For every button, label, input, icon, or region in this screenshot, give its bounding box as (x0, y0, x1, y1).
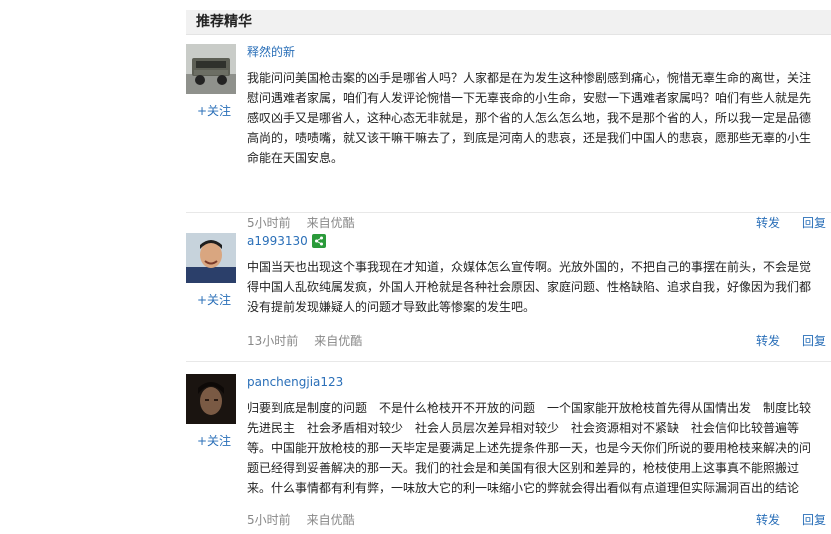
comment-body: a1993130 中国当天也出现这个事我现在才知道，众媒体怎么宣传啊。光放外国的… (247, 233, 821, 317)
avatar[interactable] (186, 44, 236, 94)
vehicle-avatar-image (186, 44, 236, 94)
source-label: 来自优酷 (306, 513, 355, 527)
username-text[interactable]: a1993130 (247, 233, 308, 249)
source-label: 来自优酷 (314, 334, 363, 348)
comment-item: +关注 释然的新 我能问问美国枪击案的凶手是哪省人吗？人家都是在为发生这种惨剧感… (186, 44, 831, 230)
repost-button[interactable]: 转发 (756, 214, 780, 231)
username-link[interactable]: 释然的新 (247, 44, 821, 60)
reply-button[interactable]: 回复 (802, 332, 826, 349)
timestamp: 5小时前 (247, 216, 291, 230)
comment-text: 归要到底是制度的问题 不是什么枪枝开不开放的问题 一个国家能开放枪枝首先得从国情… (247, 401, 812, 495)
person-avatar-image (186, 374, 236, 424)
comment-meta: 5小时前 来自优酷 转发 回复 (247, 214, 826, 231)
comment-meta: 13小时前 来自优酷 转发 回复 (247, 332, 826, 349)
comment-item: +关注 panchengjia123 归要到底是制度的问题 不是什么枪枝开不开放… (186, 374, 831, 534)
timestamp: 13小时前 (247, 334, 299, 348)
username-link[interactable]: a1993130 (247, 233, 821, 249)
repost-button[interactable]: 转发 (756, 511, 780, 528)
avatar[interactable] (186, 374, 236, 424)
follow-button[interactable]: +关注 (197, 432, 231, 449)
avatar[interactable] (186, 233, 236, 283)
timestamp: 5小时前 (247, 513, 291, 527)
share-icon[interactable] (311, 234, 326, 248)
username-text[interactable]: panchengjia123 (247, 374, 343, 390)
follow-button[interactable]: +关注 (197, 291, 231, 308)
username-link[interactable]: panchengjia123 (247, 374, 821, 390)
reply-button[interactable]: 回复 (802, 511, 826, 528)
recommended-section: 推荐精华 +关注 释然的新 我能问问美国枪击案的凶手是哪省人吗？人家都是在为发生… (186, 10, 831, 534)
person-avatar-image (186, 233, 236, 283)
reply-button[interactable]: 回复 (802, 214, 826, 231)
username-text[interactable]: 释然的新 (247, 44, 295, 60)
repost-button[interactable]: 转发 (756, 332, 780, 349)
comment-item: +关注 a1993130 中国当天也出现这个事我现在才知道，众媒体怎么宣传啊。光… (186, 233, 831, 362)
source-label: 来自优酷 (306, 216, 355, 230)
section-title: 推荐精华 (186, 10, 831, 35)
comment-body: panchengjia123 归要到底是制度的问题 不是什么枪枝开不开放的问题 … (247, 374, 821, 498)
comment-meta: 5小时前 来自优酷 转发 回复 (247, 511, 826, 528)
comment-text: 中国当天也出现这个事我现在才知道，众媒体怎么宣传啊。光放外国的，不把自己的事摆在… (247, 260, 812, 314)
follow-button[interactable]: +关注 (197, 102, 231, 119)
comment-text: 我能问问美国枪击案的凶手是哪省人吗？人家都是在为发生这种惨剧感到痛心，惋惜无辜生… (247, 71, 812, 165)
comment-body: 释然的新 我能问问美国枪击案的凶手是哪省人吗？人家都是在为发生这种惨剧感到痛心，… (247, 44, 821, 168)
